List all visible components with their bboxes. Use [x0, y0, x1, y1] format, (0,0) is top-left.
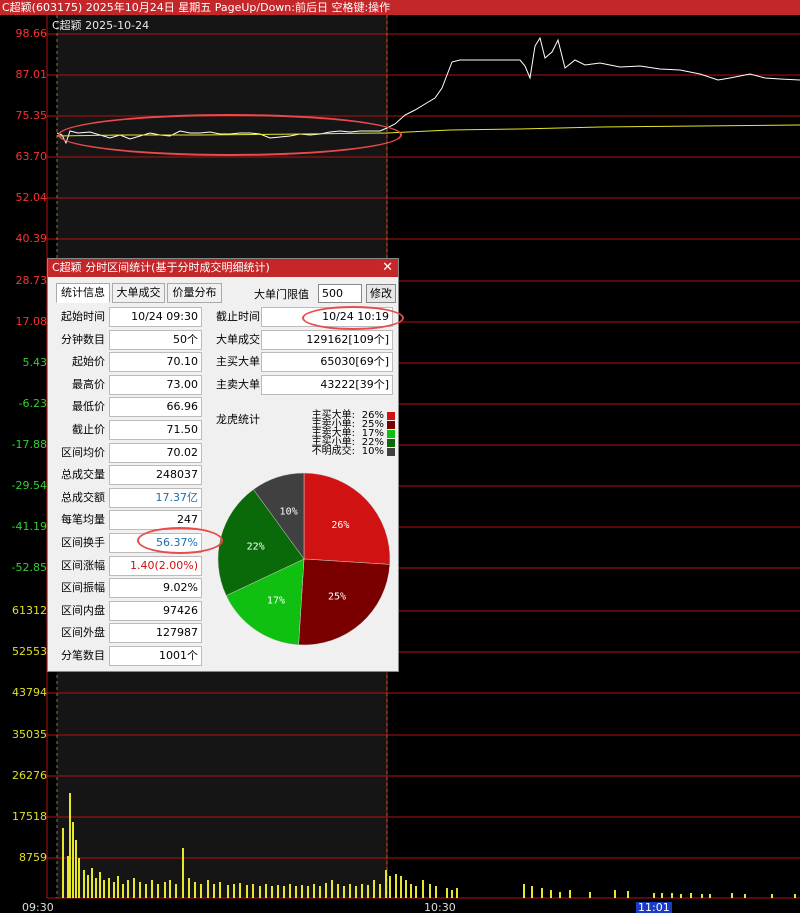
pie-legend: 主买大单: 26% 主卖小单: 25% 主卖大单: 17% 主买小单: 22% 不明成交: 10%	[310, 411, 395, 457]
y-axis-label: 17518	[12, 810, 47, 823]
threshold-label: 大单门限值	[254, 288, 309, 301]
stat-label: 最低价	[72, 400, 105, 414]
legend-swatch	[387, 412, 395, 420]
y-axis-label: 98.66	[15, 27, 48, 40]
legend-value: 10%	[361, 446, 384, 457]
annotation-oval-turnover	[137, 527, 223, 554]
stat-label: 总成交额	[61, 490, 105, 504]
y-axis-label: 5.43	[22, 356, 48, 369]
legend-name: 不明成交:	[311, 446, 355, 457]
stat-value: 1.40(2.00%)	[109, 555, 202, 576]
stat-value: 71.50	[109, 420, 202, 440]
stat-value: 9.02%	[109, 578, 202, 599]
stat-value: 10/24 09:30	[109, 307, 202, 327]
pie-slice-label: 26%	[331, 520, 349, 531]
y-axis-label: 61312	[12, 604, 47, 617]
pie-slice-label: 22%	[247, 542, 265, 553]
y-axis-label: -41.19	[11, 520, 47, 533]
stat-label: 截止价	[72, 423, 105, 436]
y-axis-label: 52.04	[15, 191, 48, 204]
pie-slice	[303, 472, 391, 565]
y-axis-label: 63.70	[15, 150, 48, 163]
stock-label: C超颖 2025-10-24	[52, 19, 150, 32]
pie-slice-label: 25%	[328, 591, 346, 602]
y-axis-label: 52553	[12, 645, 47, 658]
stat-label: 最高价	[72, 377, 105, 391]
stat-label: 起始时间	[61, 310, 105, 323]
stat-label: 总成交量	[61, 468, 105, 482]
y-axis-label: 26276	[12, 769, 47, 782]
stat-value: 1001个	[109, 646, 202, 666]
dialog-title: C超颖 分时区间统计(基于分时成交明细统计)	[52, 261, 270, 274]
stat-label: 区间内盘	[61, 603, 105, 617]
close-icon[interactable]: ✕	[382, 259, 393, 277]
stat-value: 248037	[109, 465, 202, 486]
y-axis-label: 17.08	[15, 315, 48, 328]
pie-slice-label: 10%	[280, 507, 298, 518]
window-title: C超颖(603175) 2025年10月24日 星期五 PageUp/Down:…	[0, 0, 800, 15]
stat-label: 区间均价	[61, 445, 105, 459]
stat-right-label: 大单成交	[216, 332, 260, 346]
pie-slice-label: 17%	[267, 595, 285, 606]
stat-label: 区间振幅	[61, 581, 105, 595]
x-label-start: 09:30	[22, 901, 54, 913]
stat-label: 区间涨幅	[61, 558, 105, 572]
stat-label: 区间换手	[61, 536, 105, 549]
stat-right-label: 主卖大单	[216, 377, 260, 391]
stat-right-value: 65030[69个]	[261, 352, 393, 373]
stat-label: 区间外盘	[61, 626, 105, 640]
stat-label: 分钟数目	[61, 332, 105, 346]
threshold-input[interactable]: 500	[318, 284, 362, 303]
x-label-cursor: 11:01	[636, 901, 672, 913]
stat-label: 每笔均量	[61, 513, 105, 527]
legend-swatch	[387, 439, 395, 447]
annotation-oval-endtime	[302, 306, 404, 330]
x-label-mid: 10:30	[424, 901, 456, 913]
tab-price-volume[interactable]: 价量分布	[167, 283, 222, 303]
y-axis-label: -17.88	[11, 438, 47, 451]
stat-label: 起始价	[72, 355, 105, 369]
stat-right-label: 截止时间	[216, 310, 260, 323]
dialog-title-bar[interactable]: C超颖 分时区间统计(基于分时成交明细统计) ✕	[48, 259, 398, 277]
stat-value: 127987	[109, 623, 202, 644]
stat-value: 50个	[109, 329, 202, 350]
stat-right-value: 129162[109个]	[261, 329, 393, 350]
y-axis-label: 8759	[19, 851, 47, 864]
legend-swatch	[387, 448, 395, 456]
pie-chart: 26% 25% 17% 22% 10%	[217, 472, 391, 646]
interval-stats-dialog[interactable]: C超颖 分时区间统计(基于分时成交明细统计) ✕ 统计信息 大单成交 价量分布 …	[47, 258, 404, 672]
annotation-oval-price	[58, 114, 402, 156]
y-axis-label: 43794	[12, 686, 47, 699]
tab-large-trades[interactable]: 大单成交	[112, 283, 165, 303]
stat-value: 97426	[109, 600, 202, 621]
legend-entry: 不明成交: 10%	[310, 446, 395, 457]
stat-value: 66.96	[109, 397, 202, 418]
y-axis-label: 40.39	[15, 232, 48, 245]
y-axis-label: 75.35	[15, 109, 48, 122]
y-axis-label: 28.73	[15, 274, 48, 287]
y-axis-label: -52.85	[11, 561, 47, 574]
legend-swatch	[387, 430, 395, 438]
y-axis-label: -29.54	[11, 479, 47, 492]
dragon-tiger-title: 龙虎统计	[216, 413, 260, 426]
stat-value: 73.00	[109, 374, 202, 395]
modify-button[interactable]: 修改	[366, 284, 396, 303]
y-axis-label: -6.23	[18, 397, 47, 410]
tab-stats-info[interactable]: 统计信息	[56, 283, 110, 303]
legend-swatch	[387, 421, 395, 429]
y-axis-label: 87.01	[15, 68, 48, 81]
stat-right-value: 43222[39个]	[261, 374, 393, 395]
stat-label: 分笔数目	[61, 649, 105, 662]
stat-right-label: 主买大单	[216, 355, 260, 369]
stat-value: 70.10	[109, 352, 202, 373]
y-axis-label: 35035	[12, 728, 47, 741]
stat-value: 17.37亿	[109, 487, 202, 508]
stat-value: 70.02	[109, 442, 202, 463]
